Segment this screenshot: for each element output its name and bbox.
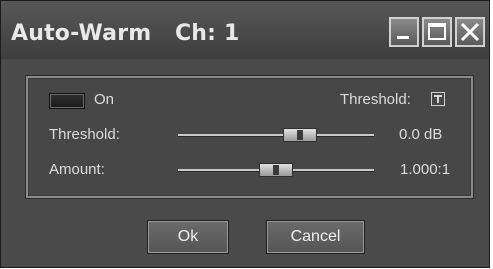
threshold-slider-label: Threshold: xyxy=(49,126,120,143)
power-label: On xyxy=(94,91,115,108)
power-toggle-button[interactable] xyxy=(49,93,85,109)
cancel-button[interactable]: Cancel xyxy=(266,220,365,254)
maximize-icon xyxy=(428,23,446,40)
minimize-button[interactable] xyxy=(389,17,419,47)
threshold-track xyxy=(178,134,374,137)
amount-slider-handle[interactable] xyxy=(259,163,293,177)
close-icon xyxy=(460,22,480,42)
window-controls xyxy=(389,17,485,47)
threshold-slider[interactable] xyxy=(178,128,374,142)
title-bar[interactable]: Auto-Warm Ch: 1 xyxy=(1,1,489,59)
threshold-display-label: Threshold: xyxy=(340,91,411,108)
amount-value: 1.000:1 xyxy=(400,161,451,178)
maximize-button[interactable] xyxy=(422,17,452,47)
amount-slider[interactable] xyxy=(178,163,374,177)
ok-button[interactable]: Ok xyxy=(147,220,229,254)
close-button[interactable] xyxy=(455,17,485,47)
threshold-indicator[interactable] xyxy=(431,92,445,106)
threshold-slider-handle[interactable] xyxy=(282,128,317,142)
threshold-value: 0.0 dB xyxy=(399,126,443,143)
window-title: Auto-Warm Ch: 1 xyxy=(11,21,240,46)
settings-panel: On Threshold: Threshold: 0.0 dB Amount: … xyxy=(25,75,474,199)
threshold-marker-icon xyxy=(434,95,442,103)
amount-label: Amount: xyxy=(49,161,105,178)
auto-warm-window: Auto-Warm Ch: 1 On Threshold: Threshold:… xyxy=(0,0,490,268)
minimize-icon xyxy=(397,36,409,39)
